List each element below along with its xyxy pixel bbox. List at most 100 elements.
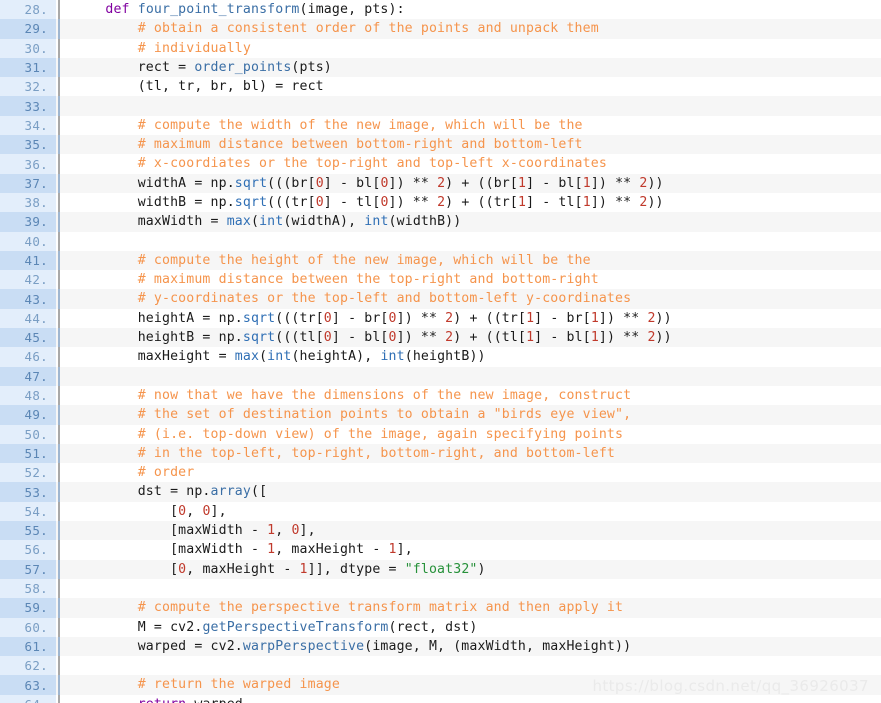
code-text[interactable]: # x-coordiates or the top-right and top-… <box>65 154 881 174</box>
indent-guide <box>56 656 65 676</box>
code-token-pl: (image, M, (maxWidth, maxHeight)) <box>364 638 632 654</box>
line-number: 52. <box>0 463 56 483</box>
code-text[interactable]: maxWidth = max(int(widthA), int(widthB)) <box>65 212 881 232</box>
code-text[interactable]: # compute the width of the new image, wh… <box>65 115 881 136</box>
indent-guide-bar <box>58 578 60 599</box>
code-text[interactable]: heightB = np.sqrt(((tl[0] - bl[0]) ** 2)… <box>65 328 881 348</box>
indent-guide <box>56 57 65 78</box>
code-token-pl: ]) ** <box>396 330 446 346</box>
code-line: 54. [0, 0], <box>0 501 881 522</box>
code-text[interactable]: # maximum distance between the top-right… <box>65 270 881 290</box>
code-text[interactable]: # compute the height of the new image, w… <box>65 250 881 271</box>
code-token-bi: int <box>364 214 389 230</box>
code-text[interactable]: # now that we have the dimensions of the… <box>65 385 881 406</box>
code-text[interactable]: warped = cv2.warpPerspective(image, M, (… <box>65 636 881 657</box>
indent-guide <box>56 77 65 97</box>
code-viewer[interactable]: 28. def four_point_transform(image, pts)… <box>0 0 881 703</box>
indent-guide <box>56 482 65 502</box>
code-text[interactable] <box>65 366 881 386</box>
indent-guide-bar <box>58 77 60 97</box>
line-number: 31. <box>0 57 56 78</box>
code-text[interactable]: [0, 0], <box>65 501 881 522</box>
code-token-pl: [maxWidth - <box>73 523 268 539</box>
line-number: 43. <box>0 289 56 309</box>
code-text[interactable]: # return the warped image <box>65 675 881 695</box>
code-text[interactable]: widthB = np.sqrt(((tr[0] - tl[0]) ** 2) … <box>65 192 881 213</box>
code-text[interactable]: widthA = np.sqrt(((br[0] - bl[0]) ** 2) … <box>65 173 881 193</box>
indent-guide-bar <box>58 289 60 309</box>
code-text[interactable]: # in the top-left, top-right, bottom-rig… <box>65 443 881 464</box>
code-token-num: 1 <box>299 561 308 577</box>
code-line: 48. # now that we have the dimensions of… <box>0 385 881 406</box>
code-text[interactable]: # (i.e. top-down view) of the image, aga… <box>65 424 881 444</box>
indent-guide <box>56 540 65 560</box>
code-text[interactable]: M = cv2.getPerspectiveTransform(rect, ds… <box>65 617 881 637</box>
code-token-bi: int <box>267 349 292 365</box>
line-number: 42. <box>0 270 56 290</box>
indent-guide-bar <box>58 463 60 483</box>
code-line: 42. # maximum distance between the top-r… <box>0 270 881 290</box>
code-token-pl: ] - br[ <box>331 310 389 326</box>
code-token-pl: [ <box>73 503 179 519</box>
code-listing: 28. def four_point_transform(image, pts)… <box>0 0 881 703</box>
indent-guide-bar <box>58 19 60 39</box>
code-line: 47. <box>0 366 881 386</box>
code-text[interactable]: [0, maxHeight - 1]], dtype = "float32") <box>65 559 881 579</box>
code-line: 34. # compute the width of the new image… <box>0 115 881 136</box>
indent-guide-bar <box>58 656 60 676</box>
code-text[interactable]: # maximum distance between bottom-right … <box>65 135 881 155</box>
indent-guide <box>56 192 65 213</box>
code-text[interactable]: maxHeight = max(int(heightA), int(height… <box>65 347 881 367</box>
code-text[interactable]: return warped <box>65 694 881 703</box>
code-token-pl: , <box>275 523 292 539</box>
indent-guide-bar <box>58 57 60 78</box>
code-token-pl: [ <box>73 561 179 577</box>
code-text[interactable]: [maxWidth - 1, 0], <box>65 521 881 541</box>
code-text[interactable]: # order <box>65 463 881 483</box>
indent-guide-bar <box>58 173 60 193</box>
indent-guide <box>56 385 65 406</box>
code-text[interactable]: [maxWidth - 1, maxHeight - 1], <box>65 540 881 560</box>
code-text[interactable]: def four_point_transform(image, pts): <box>65 0 881 20</box>
code-token-num: 1 <box>526 330 535 346</box>
code-token-pl: ( <box>259 349 268 365</box>
code-token-pl: M = cv2. <box>73 619 203 635</box>
code-text[interactable]: dst = np.array([ <box>65 482 881 502</box>
indent-guide-bar <box>58 96 60 116</box>
code-text[interactable]: heightA = np.sqrt(((tr[0] - br[0]) ** 2)… <box>65 308 881 329</box>
code-line: 29. # obtain a consistent order of the p… <box>0 19 881 39</box>
code-token-com: # return the warped image <box>137 677 340 693</box>
code-token-pl: (tl, tr, br, bl) = rect <box>73 79 324 95</box>
code-text[interactable] <box>65 656 881 676</box>
code-text[interactable]: rect = order_points(pts) <box>65 57 881 78</box>
code-token-com: # maximum distance between bottom-right … <box>137 137 583 153</box>
indent-guide-bar <box>58 135 60 155</box>
code-token-num: 0 <box>323 330 332 346</box>
indent-guide-bar <box>58 231 60 251</box>
code-text[interactable] <box>65 231 881 251</box>
code-token-com: # compute the height of the new image, w… <box>137 252 591 268</box>
code-text[interactable]: # obtain a consistent order of the point… <box>65 19 881 39</box>
line-number: 57. <box>0 559 56 579</box>
indent-guide <box>56 115 65 136</box>
code-text[interactable]: # compute the perspective transform matr… <box>65 598 881 618</box>
code-text[interactable]: (tl, tr, br, bl) = rect <box>65 77 881 97</box>
line-number: 36. <box>0 154 56 174</box>
code-text[interactable]: # the set of destination points to obtai… <box>65 405 881 425</box>
code-text[interactable] <box>65 96 881 116</box>
code-line: 58. <box>0 578 881 599</box>
code-token-com: # now that we have the dimensions of the… <box>137 387 632 403</box>
code-token-pl: ) + ((tl[ <box>453 330 527 346</box>
code-token-pl: (heightA), <box>291 349 381 365</box>
code-text[interactable] <box>65 578 881 599</box>
code-text[interactable]: # y-coordinates or the top-left and bott… <box>65 289 881 309</box>
code-text[interactable]: # individually <box>65 38 881 58</box>
code-token-pl: )) <box>655 310 672 326</box>
code-line: 44. heightA = np.sqrt(((tr[0] - br[0]) *… <box>0 308 881 329</box>
indent-guide-bar <box>58 308 60 329</box>
code-token-pl: , maxHeight - <box>275 542 389 558</box>
indent-guide-bar <box>58 675 60 695</box>
